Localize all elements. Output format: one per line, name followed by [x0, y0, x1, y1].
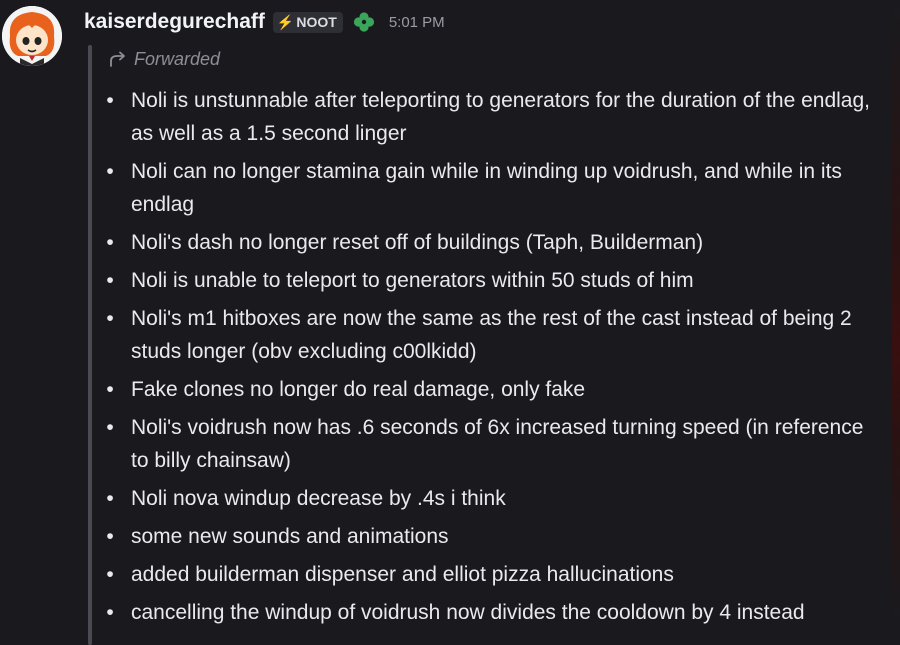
list-item-text: Noli nova windup decrease by .4s i think [131, 487, 506, 510]
bullet-point: • [106, 487, 114, 510]
avatar-image [2, 6, 62, 66]
bullet-point: • [106, 601, 114, 624]
list-item: • cancelling the windup of voidrush now d… [104, 596, 884, 629]
list-item-text: Noli is unstunnable after teleporting to… [131, 89, 870, 145]
list-item: • Noli is unable to teleport to generator… [104, 264, 884, 297]
list-item-text: Noli's voidrush now has .6 seconds of 6x… [131, 416, 864, 472]
green-clover-icon[interactable] [351, 9, 377, 35]
bullet-point: • [106, 231, 114, 254]
bullet-point: • [106, 563, 114, 586]
forward-arrow-icon [110, 51, 125, 67]
guild-tag[interactable]: ⚡ NOOT [272, 11, 343, 33]
list-item: • Noli is unstunnable after teleporting t… [104, 84, 884, 150]
patch-notes-list: • Noli is unstunnable after teleporting t… [104, 84, 884, 634]
bullet-point: • [106, 378, 114, 401]
list-item: • Noli's m1 hitboxes are now the same as … [104, 302, 884, 368]
list-item: • added builderman dispenser and elliot p… [104, 558, 884, 591]
list-item: • Noli's dash no longer reset off of buil… [104, 226, 884, 259]
forwarded-text: Forwarded [134, 48, 221, 69]
lightning-bolt-icon: ⚡ [276, 13, 295, 30]
bullet-point: • [106, 307, 114, 330]
bullet-point: • [106, 89, 114, 112]
list-item: • Fake clones no longer do real damage, o… [104, 373, 884, 406]
list-item: • Noli's voidrush now has .6 seconds of 6… [104, 411, 884, 477]
bullet-point: • [106, 160, 114, 183]
list-item-text: Noli's m1 hitboxes are now the same as t… [131, 307, 852, 363]
message-timestamp[interactable]: 5:01 PM [389, 14, 445, 31]
background-edge [892, 0, 900, 624]
message-header: kaiserdegurechaff ⚡ NOOT 5:01 PM [84, 7, 445, 37]
guild-tag-label: NOOT [296, 14, 337, 30]
list-item-text: Noli can no longer stamina gain while in… [131, 160, 842, 216]
list-item: • some new sounds and animations [104, 520, 884, 553]
forward-quote-bar [88, 45, 92, 645]
bullet-point: • [106, 416, 114, 439]
avatar[interactable] [2, 6, 62, 66]
bullet-point: • [106, 525, 114, 548]
forwarded-label: Forwarded [108, 47, 220, 71]
list-item-text: added builderman dispenser and elliot pi… [131, 563, 674, 586]
list-item-text: Fake clones no longer do real damage, on… [131, 378, 586, 401]
list-item-text: Noli's dash no longer reset off of build… [131, 231, 704, 254]
bullet-point: • [106, 269, 114, 292]
list-item-text: some new sounds and animations [131, 525, 449, 548]
list-item-text: cancelling the windup of voidrush now di… [131, 601, 805, 624]
list-item: • Noli nova windup decrease by .4s i thin… [104, 482, 884, 515]
list-item: • Noli can no longer stamina gain while i… [104, 155, 884, 221]
username[interactable]: kaiserdegurechaff [84, 10, 265, 34]
list-item-text: Noli is unable to teleport to generators… [131, 269, 694, 292]
